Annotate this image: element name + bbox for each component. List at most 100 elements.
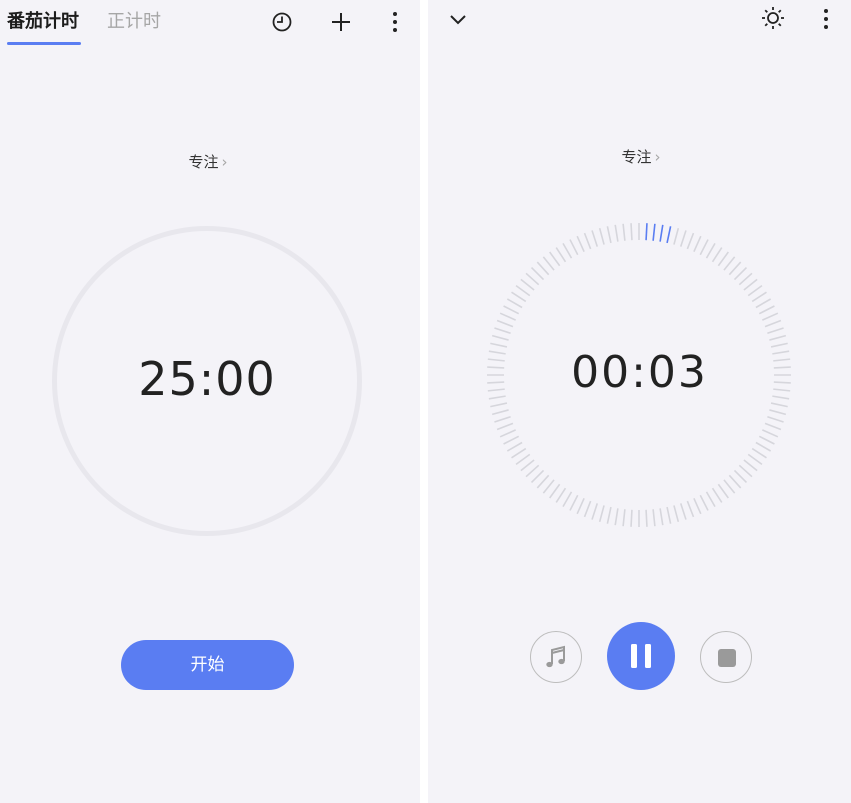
progress-tick-elapsed bbox=[652, 223, 656, 241]
progress-tick bbox=[645, 509, 648, 527]
progress-tick bbox=[511, 447, 527, 459]
music-button[interactable] bbox=[530, 631, 582, 683]
progress-tick bbox=[693, 235, 702, 252]
progress-tick bbox=[666, 506, 672, 524]
progress-tick bbox=[711, 247, 723, 263]
progress-tick bbox=[549, 251, 561, 267]
progress-tick bbox=[769, 409, 787, 416]
active-tab-indicator bbox=[7, 42, 81, 45]
progress-tick bbox=[511, 291, 527, 303]
progress-tick bbox=[686, 500, 695, 518]
progress-tick bbox=[499, 312, 516, 321]
progress-tick bbox=[515, 285, 531, 297]
progress-tick bbox=[717, 483, 729, 499]
progress-tick bbox=[536, 474, 550, 489]
progress-tick-elapsed bbox=[659, 224, 664, 242]
progress-tick bbox=[576, 235, 585, 252]
progress-tick bbox=[490, 402, 508, 408]
progress-tick bbox=[530, 266, 545, 281]
progress-tick bbox=[747, 285, 763, 297]
progress-tick bbox=[503, 435, 520, 445]
progress-tick bbox=[555, 247, 567, 263]
countdown-time: 25:00 bbox=[138, 352, 276, 406]
progress-tick bbox=[755, 298, 772, 309]
progress-tick bbox=[705, 242, 716, 259]
elapsed-time: 00:03 bbox=[571, 347, 708, 398]
progress-tick bbox=[743, 278, 758, 291]
progress-tick bbox=[652, 509, 656, 527]
progress-tick bbox=[606, 506, 612, 524]
progress-tick bbox=[758, 435, 775, 445]
progress-tick bbox=[591, 230, 599, 247]
progress-tick bbox=[562, 491, 573, 508]
progress-tick bbox=[506, 441, 523, 452]
progress-tick bbox=[762, 312, 779, 321]
tab-pomodoro[interactable]: 番茄计时 bbox=[7, 9, 79, 35]
progress-tick bbox=[598, 227, 605, 245]
progress-tick bbox=[733, 266, 748, 281]
progress-tick bbox=[520, 278, 535, 291]
progress-tick bbox=[520, 459, 535, 472]
progress-tick bbox=[562, 242, 573, 259]
progress-tick bbox=[622, 223, 626, 241]
progress-tick bbox=[767, 327, 784, 335]
progress-tick bbox=[525, 464, 540, 478]
progress-tick bbox=[679, 230, 687, 247]
start-button[interactable]: 开始 bbox=[121, 640, 294, 690]
history-icon[interactable] bbox=[271, 11, 293, 33]
progress-tick bbox=[723, 256, 736, 271]
progress-tick bbox=[499, 429, 516, 438]
progress-tick bbox=[762, 429, 779, 438]
progress-tick bbox=[738, 464, 753, 478]
progress-tick bbox=[536, 261, 550, 276]
progress-tick bbox=[491, 409, 509, 416]
progress-tick bbox=[705, 491, 716, 508]
progress-tick bbox=[751, 291, 767, 303]
focus-mode-selector[interactable]: 专注 › bbox=[168, 152, 248, 172]
progress-tick bbox=[699, 239, 709, 256]
progress-tick bbox=[583, 500, 592, 518]
progress-tick bbox=[673, 505, 680, 523]
progress-tick bbox=[622, 509, 626, 527]
pause-button[interactable] bbox=[607, 622, 675, 690]
progress-tick bbox=[598, 505, 605, 523]
progress-tick bbox=[733, 469, 748, 484]
progress-tick bbox=[693, 498, 702, 515]
music-icon bbox=[546, 645, 565, 668]
stop-icon bbox=[718, 649, 736, 667]
progress-tick bbox=[770, 402, 788, 408]
progress-tick bbox=[764, 422, 782, 431]
add-icon[interactable] bbox=[330, 11, 352, 33]
pomodoro-panel: 番茄计时 正计时 专注 › 25:00 开始 bbox=[0, 0, 420, 803]
progress-tick bbox=[764, 319, 782, 328]
progress-tick bbox=[686, 232, 695, 250]
progress-tick bbox=[549, 483, 561, 499]
progress-tick bbox=[591, 503, 599, 520]
progress-tick bbox=[743, 459, 758, 472]
progress-tick bbox=[659, 508, 664, 526]
more-icon[interactable] bbox=[384, 11, 406, 33]
pause-icon bbox=[631, 644, 651, 668]
progress-tick bbox=[769, 334, 787, 341]
progress-tick bbox=[525, 272, 540, 286]
progress-tick bbox=[751, 447, 767, 459]
progress-tick bbox=[576, 498, 585, 515]
progress-tick bbox=[747, 453, 763, 465]
progress-tick bbox=[569, 239, 579, 256]
tab-stopwatch[interactable]: 正计时 bbox=[107, 9, 161, 35]
progress-tick-elapsed bbox=[645, 223, 648, 241]
chevron-right-icon: › bbox=[221, 153, 228, 171]
progress-tick bbox=[515, 453, 531, 465]
stop-button[interactable] bbox=[700, 631, 752, 683]
progress-tick bbox=[542, 256, 555, 271]
progress-tick bbox=[555, 487, 567, 503]
progress-tick bbox=[699, 494, 709, 511]
progress-tick bbox=[767, 415, 784, 423]
progress-tick bbox=[723, 479, 736, 494]
progress-tick bbox=[738, 272, 753, 286]
progress-tick bbox=[569, 494, 579, 511]
progress-tick bbox=[542, 479, 555, 494]
progress-tick bbox=[491, 334, 509, 341]
progress-tick bbox=[494, 415, 511, 423]
progress-tick bbox=[717, 251, 729, 267]
